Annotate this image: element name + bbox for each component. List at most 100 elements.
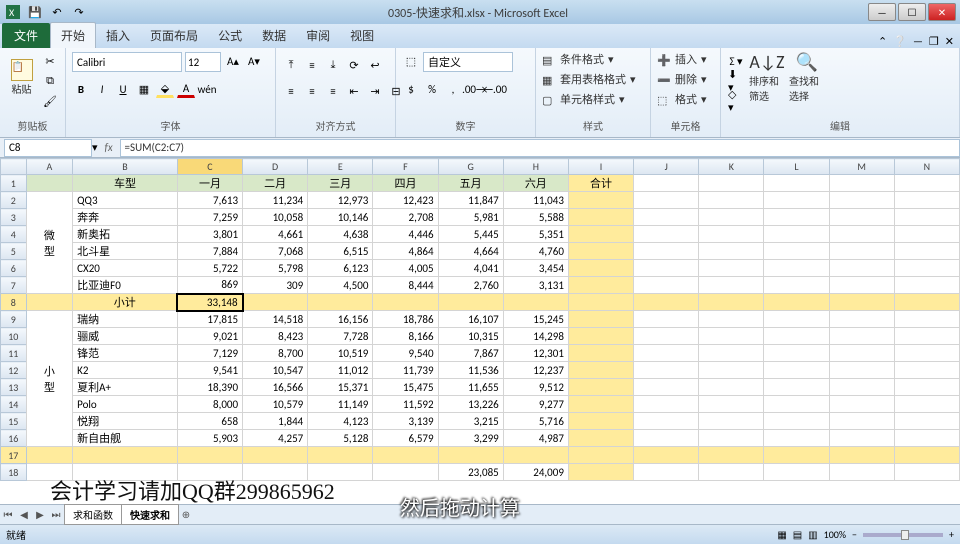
cell[interactable] xyxy=(894,192,959,209)
cell[interactable]: 869 xyxy=(177,277,242,294)
cell[interactable] xyxy=(894,311,959,328)
cell[interactable] xyxy=(764,464,829,481)
cell[interactable]: 4,661 xyxy=(243,226,308,243)
cell[interactable]: 五月 xyxy=(438,175,503,192)
cell[interactable] xyxy=(699,175,764,192)
cell[interactable] xyxy=(764,192,829,209)
cell[interactable] xyxy=(699,277,764,294)
col-header[interactable]: M xyxy=(829,159,894,175)
cell[interactable] xyxy=(764,345,829,362)
cell[interactable] xyxy=(699,226,764,243)
cell[interactable]: 比亚迪F0 xyxy=(73,277,178,294)
cell[interactable] xyxy=(894,328,959,345)
font-color-button[interactable]: A xyxy=(177,80,195,98)
cell[interactable]: 10,519 xyxy=(308,345,373,362)
cell[interactable]: 10,547 xyxy=(243,362,308,379)
decrease-indent-icon[interactable]: ⇤ xyxy=(345,82,363,100)
cell[interactable]: 3,131 xyxy=(503,277,568,294)
italic-button[interactable]: I xyxy=(93,80,111,98)
cell[interactable]: 5,798 xyxy=(243,260,308,277)
paste-button[interactable]: 📋 粘贴 xyxy=(6,52,37,102)
cell[interactable] xyxy=(894,294,959,311)
cell[interactable] xyxy=(568,362,633,379)
col-header[interactable]: N xyxy=(894,159,959,175)
cell[interactable]: 12,237 xyxy=(503,362,568,379)
table-format-button[interactable]: ▦套用表格格式 ▾ xyxy=(542,72,636,88)
cell[interactable] xyxy=(634,226,699,243)
new-sheet-icon[interactable]: ⊕ xyxy=(178,508,194,521)
cell[interactable]: 11,739 xyxy=(373,362,438,379)
cell[interactable]: 4,987 xyxy=(503,430,568,447)
cell[interactable] xyxy=(568,345,633,362)
tab-formulas[interactable]: 公式 xyxy=(208,23,252,48)
cell[interactable] xyxy=(764,430,829,447)
cell[interactable]: 4,500 xyxy=(308,277,373,294)
col-header[interactable]: I xyxy=(568,159,633,175)
cell[interactable]: 8,000 xyxy=(177,396,242,413)
cell[interactable]: 23,085 xyxy=(438,464,503,481)
find-select-button[interactable]: 🔍 查找和选择 xyxy=(789,52,825,102)
close-button[interactable]: ✕ xyxy=(928,3,956,21)
cell[interactable] xyxy=(764,311,829,328)
cell[interactable] xyxy=(308,447,373,464)
cell[interactable] xyxy=(764,294,829,311)
cell[interactable] xyxy=(829,396,894,413)
cell[interactable] xyxy=(26,175,73,192)
cell[interactable] xyxy=(894,209,959,226)
cell[interactable] xyxy=(829,294,894,311)
cell[interactable]: 14,518 xyxy=(243,311,308,328)
format-cells-button[interactable]: ⬚格式 ▾ xyxy=(657,92,707,108)
row-header[interactable]: 4 xyxy=(1,226,27,243)
cell[interactable] xyxy=(829,243,894,260)
comma-icon[interactable]: , xyxy=(444,80,462,98)
cell[interactable] xyxy=(764,277,829,294)
cell[interactable]: 10,579 xyxy=(243,396,308,413)
cell[interactable]: 2,708 xyxy=(373,209,438,226)
cell[interactable] xyxy=(634,328,699,345)
cell[interactable]: 4,041 xyxy=(438,260,503,277)
cell[interactable] xyxy=(894,277,959,294)
cell[interactable] xyxy=(634,175,699,192)
fill-color-button[interactable]: ⬙ xyxy=(156,80,174,98)
cell[interactable] xyxy=(764,379,829,396)
cell[interactable] xyxy=(568,294,633,311)
cell[interactable]: 16,156 xyxy=(308,311,373,328)
cell[interactable] xyxy=(829,345,894,362)
cell[interactable] xyxy=(26,294,73,311)
cell[interactable]: 3,801 xyxy=(177,226,242,243)
cell[interactable]: 7,129 xyxy=(177,345,242,362)
cell[interactable]: 6,515 xyxy=(308,243,373,260)
cell[interactable] xyxy=(699,294,764,311)
row-header[interactable]: 3 xyxy=(1,209,27,226)
cell[interactable]: 7,884 xyxy=(177,243,242,260)
row-header[interactable]: 8 xyxy=(1,294,27,311)
tab-view[interactable]: 视图 xyxy=(340,23,384,48)
cell[interactable]: 7,728 xyxy=(308,328,373,345)
cell[interactable] xyxy=(26,447,73,464)
col-header[interactable]: A xyxy=(26,159,73,175)
cell[interactable]: 新奥拓 xyxy=(73,226,178,243)
cell[interactable]: 11,847 xyxy=(438,192,503,209)
cell[interactable] xyxy=(243,447,308,464)
cell[interactable]: 8,444 xyxy=(373,277,438,294)
sheet-nav-prev[interactable]: ◀ xyxy=(16,508,32,521)
cell[interactable] xyxy=(894,430,959,447)
cell[interactable] xyxy=(699,464,764,481)
cell[interactable]: Polo xyxy=(73,396,178,413)
row-header[interactable]: 11 xyxy=(1,345,27,362)
cell[interactable] xyxy=(829,192,894,209)
clear-icon[interactable]: ◇ ▾ xyxy=(727,92,745,110)
cell[interactable]: 10,146 xyxy=(308,209,373,226)
cell[interactable] xyxy=(373,447,438,464)
cell[interactable]: 15,371 xyxy=(308,379,373,396)
row-header[interactable]: 1 xyxy=(1,175,27,192)
cell[interactable]: 18,786 xyxy=(373,311,438,328)
row-header[interactable]: 15 xyxy=(1,413,27,430)
cell[interactable]: 5,722 xyxy=(177,260,242,277)
cell[interactable] xyxy=(373,464,438,481)
row-header[interactable]: 16 xyxy=(1,430,27,447)
tab-data[interactable]: 数据 xyxy=(252,23,296,48)
tab-insert[interactable]: 插入 xyxy=(96,23,140,48)
cell[interactable]: 3,139 xyxy=(373,413,438,430)
undo-icon[interactable]: ↶ xyxy=(48,3,66,21)
